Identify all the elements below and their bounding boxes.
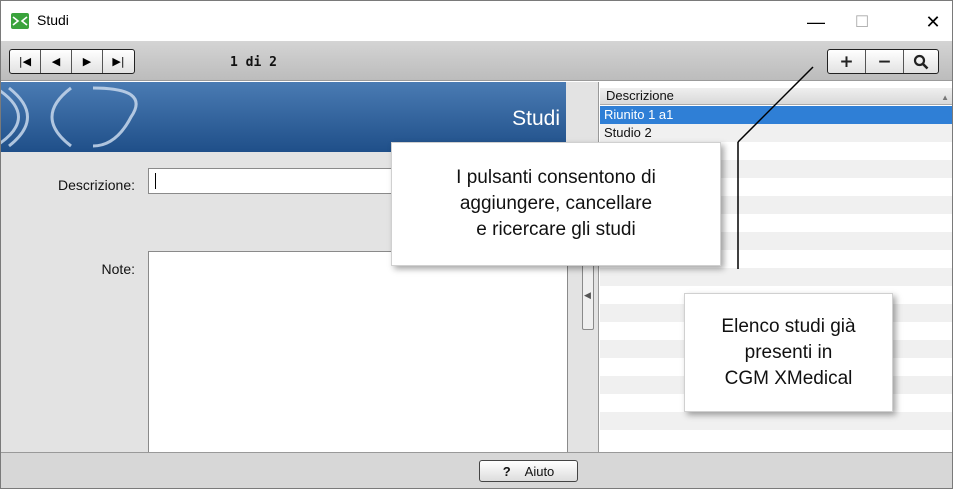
next-record-button[interactable]: ▶ (72, 50, 103, 73)
column-header-label: Descrizione (606, 88, 674, 103)
list-item[interactable] (600, 268, 952, 286)
help-button[interactable]: ? Aiuto (479, 460, 578, 482)
buttons-callout-line: e ricercare gli studi (476, 219, 636, 240)
help-icon: ? (502, 463, 511, 479)
list-callout: Elenco studi già presenti in CGM XMedica… (684, 293, 893, 412)
buttons-callout-line: aggiungere, cancellare (459, 193, 653, 214)
text-caret (155, 173, 156, 190)
panel-splitter-handle[interactable]: ◀ (582, 260, 594, 330)
notes-label: Note: (101, 261, 135, 277)
search-button[interactable] (904, 50, 938, 73)
last-record-button[interactable]: ▶| (103, 50, 134, 73)
form-panel: Studi Descrizione: Note: ﹀ ◀ (1, 82, 599, 488)
record-counter: 1 di 2 (230, 55, 277, 70)
list-column-header[interactable]: Descrizione ▲ (600, 88, 952, 105)
record-actions: + − (827, 49, 939, 74)
title-bar: Studi — ☐ ✕ (1, 1, 952, 41)
list-callout-line: CGM XMedical (724, 367, 853, 389)
close-button[interactable]: ✕ (913, 9, 952, 35)
previous-record-button[interactable]: ◀ (41, 50, 72, 73)
description-label: Descrizione: (57, 177, 135, 193)
first-record-button[interactable]: |◀ (10, 50, 41, 73)
toolbar: |◀ ◀ ▶ ▶| 1 di 2 + − (1, 41, 952, 81)
collapse-left-icon: ◀ (584, 291, 591, 301)
buttons-callout: I pulsanti consentono di aggiungere, can… (391, 142, 721, 266)
list-callout-line: presenti in (744, 341, 833, 363)
search-icon (913, 54, 929, 69)
minimize-button[interactable]: — (796, 9, 836, 35)
list-item[interactable] (600, 412, 952, 430)
buttons-callout-line: I pulsanti consentono di (456, 167, 656, 188)
page-title: Studi (512, 107, 560, 130)
list-item[interactable]: Studio 2 (600, 124, 952, 142)
list-item[interactable] (600, 430, 952, 448)
record-navigation: |◀ ◀ ▶ ▶| (9, 49, 135, 74)
sort-ascending-icon: ▲ (941, 93, 949, 102)
maximize-button[interactable]: ☐ (842, 9, 882, 35)
studi-window: Studi — ☐ ✕ |◀ ◀ ▶ ▶| 1 di 2 + − Studi D… (0, 0, 953, 489)
delete-button[interactable]: − (866, 50, 904, 73)
bottom-bar: ? Aiuto (1, 452, 952, 488)
add-button[interactable]: + (828, 50, 866, 73)
window-title: Studi (37, 12, 69, 28)
xd-logo-icon (1, 86, 138, 148)
app-logo-icon (11, 13, 29, 29)
help-button-label: Aiuto (524, 463, 555, 479)
list-item[interactable]: Riunito 1 a1 (600, 106, 952, 124)
list-callout-line: Elenco studi già (721, 315, 856, 337)
